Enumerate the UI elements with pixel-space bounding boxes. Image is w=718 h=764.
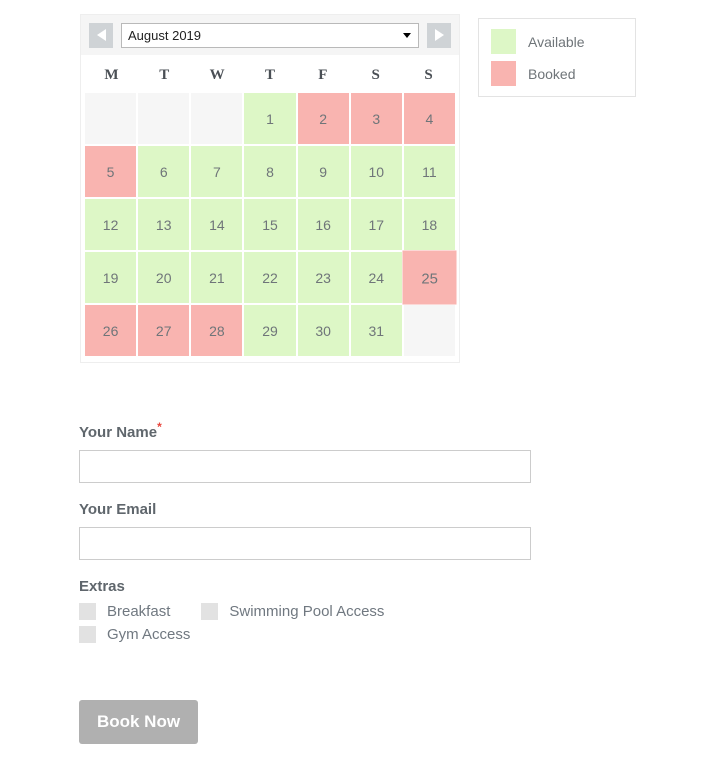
weekday-header: T: [138, 59, 191, 93]
name-field-label: Your Name*: [79, 420, 531, 441]
next-month-button[interactable]: [427, 23, 451, 48]
calendar-day[interactable]: 1: [244, 93, 295, 144]
book-now-button[interactable]: Book Now: [79, 700, 198, 744]
calendar-day[interactable]: 29: [244, 305, 295, 356]
calendar-day[interactable]: 17: [351, 199, 402, 250]
extras-option-label: Breakfast: [107, 603, 170, 620]
weekday-header: T: [244, 59, 297, 93]
calendar-day[interactable]: 13: [138, 199, 189, 250]
calendar-day[interactable]: 30: [298, 305, 349, 356]
calendar-day[interactable]: 19: [85, 252, 136, 303]
weekday-header: W: [191, 59, 244, 93]
calendar-day[interactable]: 28: [191, 305, 242, 356]
extras-option-label: Swimming Pool Access: [229, 603, 384, 620]
calendar-legend: Available Booked: [478, 18, 636, 97]
calendar-day[interactable]: 12: [85, 199, 136, 250]
calendar-day[interactable]: 16: [298, 199, 349, 250]
calendar-day-empty: [191, 93, 242, 144]
booking-page: August 2019 MTWTFSS 12345678910111213141…: [0, 0, 718, 764]
weekday-header: S: [402, 59, 455, 93]
calendar-day[interactable]: 25: [402, 250, 456, 304]
calendar-day[interactable]: 14: [191, 199, 242, 250]
previous-month-button[interactable]: [89, 23, 113, 48]
calendar-days-grid: 1234567891011121314151617181920212223242…: [81, 93, 459, 362]
calendar-day-empty: [85, 93, 136, 144]
checkbox[interactable]: [79, 626, 96, 643]
calendar-day[interactable]: 22: [244, 252, 295, 303]
extras-option[interactable]: Gym Access: [79, 626, 190, 643]
legend-swatch: [491, 29, 516, 54]
chevron-left-icon: [97, 29, 106, 41]
calendar-day[interactable]: 2: [298, 93, 349, 144]
calendar-day[interactable]: 24: [351, 252, 402, 303]
required-asterisk: *: [157, 420, 162, 434]
chevron-right-icon: [435, 29, 444, 41]
calendar-day[interactable]: 18: [404, 199, 455, 250]
weekday-header: S: [349, 59, 402, 93]
calendar-header: August 2019: [81, 15, 459, 55]
calendar-day[interactable]: 31: [351, 305, 402, 356]
booking-form: Your Name* Your Email Extras Breakfast Sw…: [79, 420, 531, 649]
email-field-label: Your Email: [79, 501, 531, 518]
email-input[interactable]: [79, 527, 531, 560]
weekday-header: M: [85, 59, 138, 93]
calendar-day[interactable]: 15: [244, 199, 295, 250]
name-field-block: Your Name*: [79, 420, 531, 483]
calendar-day[interactable]: 20: [138, 252, 189, 303]
calendar-day[interactable]: 27: [138, 305, 189, 356]
calendar-day-empty: [138, 93, 189, 144]
extras-title: Extras: [79, 578, 531, 595]
legend-item: Available: [491, 29, 623, 54]
month-select[interactable]: August 2019: [121, 23, 419, 48]
calendar-day[interactable]: 9: [298, 146, 349, 197]
name-input[interactable]: [79, 450, 531, 483]
calendar-day[interactable]: 26: [85, 305, 136, 356]
checkbox[interactable]: [79, 603, 96, 620]
extras-options: Breakfast Swimming Pool Access Gym Access: [79, 603, 531, 643]
weekday-header-row: MTWTFSS: [81, 55, 459, 93]
calendar-day[interactable]: 6: [138, 146, 189, 197]
calendar-day[interactable]: 10: [351, 146, 402, 197]
extras-row: Gym Access: [79, 626, 531, 643]
calendar-day[interactable]: 5: [85, 146, 136, 197]
month-select-value: August 2019: [128, 28, 201, 43]
checkbox[interactable]: [201, 603, 218, 620]
extras-option[interactable]: Breakfast: [79, 603, 170, 620]
calendar-day[interactable]: 3: [351, 93, 402, 144]
calendar-day[interactable]: 8: [244, 146, 295, 197]
extras-section: Extras Breakfast Swimming Pool Access Gym …: [79, 578, 531, 643]
legend-item: Booked: [491, 61, 623, 86]
legend-label: Booked: [528, 66, 575, 82]
availability-calendar: August 2019 MTWTFSS 12345678910111213141…: [80, 14, 460, 363]
calendar-day[interactable]: 11: [404, 146, 455, 197]
legend-swatch: [491, 61, 516, 86]
extras-option-label: Gym Access: [107, 626, 190, 643]
email-field-block: Your Email: [79, 501, 531, 560]
chevron-down-icon: [403, 33, 411, 38]
calendar-day[interactable]: 7: [191, 146, 242, 197]
calendar-day[interactable]: 23: [298, 252, 349, 303]
name-label-text: Your Name: [79, 424, 157, 441]
calendar-day[interactable]: 21: [191, 252, 242, 303]
extras-option[interactable]: Swimming Pool Access: [201, 603, 384, 620]
calendar-day[interactable]: 4: [404, 93, 455, 144]
calendar-day-empty: [404, 305, 455, 356]
weekday-header: F: [296, 59, 349, 93]
legend-label: Available: [528, 34, 585, 50]
extras-row: Breakfast Swimming Pool Access: [79, 603, 531, 620]
